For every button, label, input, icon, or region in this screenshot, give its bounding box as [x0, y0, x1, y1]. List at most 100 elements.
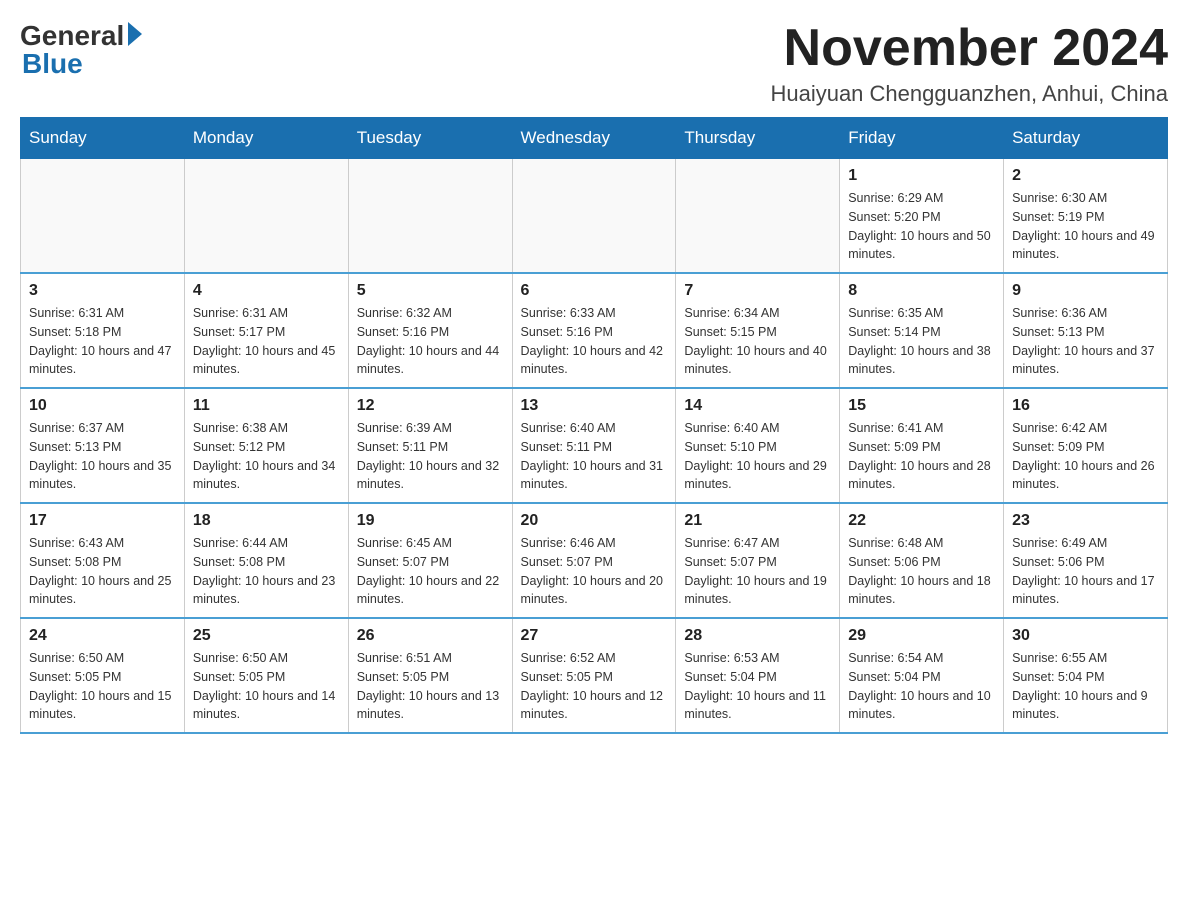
sunrise-text: Sunrise: 6:52 AM	[521, 651, 616, 665]
calendar-cell: 1 Sunrise: 6:29 AM Sunset: 5:20 PM Dayli…	[840, 159, 1004, 274]
calendar-cell: 16 Sunrise: 6:42 AM Sunset: 5:09 PM Dayl…	[1004, 388, 1168, 503]
day-number: 21	[684, 512, 831, 530]
daylight-text: Daylight: 10 hours and 32 minutes.	[357, 459, 499, 492]
sunrise-text: Sunrise: 6:31 AM	[193, 306, 288, 320]
title-area: November 2024 Huaiyuan Chengguanzhen, An…	[770, 20, 1168, 107]
day-number: 26	[357, 627, 504, 645]
calendar-week-4: 17 Sunrise: 6:43 AM Sunset: 5:08 PM Dayl…	[21, 503, 1168, 618]
sunrise-text: Sunrise: 6:43 AM	[29, 536, 124, 550]
day-info: Sunrise: 6:44 AM Sunset: 5:08 PM Dayligh…	[193, 534, 340, 609]
sunset-text: Sunset: 5:04 PM	[1012, 670, 1104, 684]
sunset-text: Sunset: 5:18 PM	[29, 325, 121, 339]
header-tuesday: Tuesday	[348, 118, 512, 159]
sunset-text: Sunset: 5:08 PM	[193, 555, 285, 569]
sunset-text: Sunset: 5:06 PM	[848, 555, 940, 569]
sunrise-text: Sunrise: 6:50 AM	[29, 651, 124, 665]
sunset-text: Sunset: 5:05 PM	[357, 670, 449, 684]
sunset-text: Sunset: 5:15 PM	[684, 325, 776, 339]
calendar-week-3: 10 Sunrise: 6:37 AM Sunset: 5:13 PM Dayl…	[21, 388, 1168, 503]
daylight-text: Daylight: 10 hours and 11 minutes.	[684, 689, 826, 722]
sunset-text: Sunset: 5:04 PM	[684, 670, 776, 684]
daylight-text: Daylight: 10 hours and 23 minutes.	[193, 574, 335, 607]
day-info: Sunrise: 6:37 AM Sunset: 5:13 PM Dayligh…	[29, 419, 176, 494]
sunset-text: Sunset: 5:05 PM	[521, 670, 613, 684]
day-info: Sunrise: 6:32 AM Sunset: 5:16 PM Dayligh…	[357, 304, 504, 379]
day-number: 11	[193, 397, 340, 415]
day-info: Sunrise: 6:31 AM Sunset: 5:17 PM Dayligh…	[193, 304, 340, 379]
day-number: 22	[848, 512, 995, 530]
day-info: Sunrise: 6:39 AM Sunset: 5:11 PM Dayligh…	[357, 419, 504, 494]
sunset-text: Sunset: 5:12 PM	[193, 440, 285, 454]
day-number: 2	[1012, 167, 1159, 185]
calendar-cell	[512, 159, 676, 274]
sunrise-text: Sunrise: 6:55 AM	[1012, 651, 1107, 665]
day-info: Sunrise: 6:49 AM Sunset: 5:06 PM Dayligh…	[1012, 534, 1159, 609]
day-number: 17	[29, 512, 176, 530]
daylight-text: Daylight: 10 hours and 20 minutes.	[521, 574, 663, 607]
day-info: Sunrise: 6:54 AM Sunset: 5:04 PM Dayligh…	[848, 649, 995, 724]
calendar-cell: 9 Sunrise: 6:36 AM Sunset: 5:13 PM Dayli…	[1004, 273, 1168, 388]
daylight-text: Daylight: 10 hours and 40 minutes.	[684, 344, 826, 377]
daylight-text: Daylight: 10 hours and 31 minutes.	[521, 459, 663, 492]
calendar-cell: 14 Sunrise: 6:40 AM Sunset: 5:10 PM Dayl…	[676, 388, 840, 503]
day-number: 10	[29, 397, 176, 415]
day-number: 12	[357, 397, 504, 415]
calendar-cell	[676, 159, 840, 274]
daylight-text: Daylight: 10 hours and 18 minutes.	[848, 574, 990, 607]
day-number: 27	[521, 627, 668, 645]
sunrise-text: Sunrise: 6:30 AM	[1012, 191, 1107, 205]
header: General Blue November 2024 Huaiyuan Chen…	[20, 20, 1168, 107]
sunset-text: Sunset: 5:11 PM	[521, 440, 613, 454]
month-title: November 2024	[770, 20, 1168, 77]
sunrise-text: Sunrise: 6:49 AM	[1012, 536, 1107, 550]
header-friday: Friday	[840, 118, 1004, 159]
day-number: 3	[29, 282, 176, 300]
daylight-text: Daylight: 10 hours and 47 minutes.	[29, 344, 171, 377]
day-info: Sunrise: 6:38 AM Sunset: 5:12 PM Dayligh…	[193, 419, 340, 494]
day-info: Sunrise: 6:35 AM Sunset: 5:14 PM Dayligh…	[848, 304, 995, 379]
day-number: 8	[848, 282, 995, 300]
daylight-text: Daylight: 10 hours and 10 minutes.	[848, 689, 990, 722]
calendar-cell: 7 Sunrise: 6:34 AM Sunset: 5:15 PM Dayli…	[676, 273, 840, 388]
calendar-cell: 15 Sunrise: 6:41 AM Sunset: 5:09 PM Dayl…	[840, 388, 1004, 503]
sunset-text: Sunset: 5:09 PM	[1012, 440, 1104, 454]
header-saturday: Saturday	[1004, 118, 1168, 159]
calendar-cell	[184, 159, 348, 274]
day-info: Sunrise: 6:50 AM Sunset: 5:05 PM Dayligh…	[193, 649, 340, 724]
calendar-cell: 2 Sunrise: 6:30 AM Sunset: 5:19 PM Dayli…	[1004, 159, 1168, 274]
sunrise-text: Sunrise: 6:36 AM	[1012, 306, 1107, 320]
header-wednesday: Wednesday	[512, 118, 676, 159]
sunset-text: Sunset: 5:05 PM	[193, 670, 285, 684]
day-info: Sunrise: 6:51 AM Sunset: 5:05 PM Dayligh…	[357, 649, 504, 724]
day-number: 25	[193, 627, 340, 645]
day-info: Sunrise: 6:50 AM Sunset: 5:05 PM Dayligh…	[29, 649, 176, 724]
day-info: Sunrise: 6:48 AM Sunset: 5:06 PM Dayligh…	[848, 534, 995, 609]
calendar-cell: 20 Sunrise: 6:46 AM Sunset: 5:07 PM Dayl…	[512, 503, 676, 618]
calendar-cell: 30 Sunrise: 6:55 AM Sunset: 5:04 PM Dayl…	[1004, 618, 1168, 733]
day-number: 7	[684, 282, 831, 300]
day-number: 16	[1012, 397, 1159, 415]
calendar-cell: 6 Sunrise: 6:33 AM Sunset: 5:16 PM Dayli…	[512, 273, 676, 388]
daylight-text: Daylight: 10 hours and 45 minutes.	[193, 344, 335, 377]
day-number: 28	[684, 627, 831, 645]
sunrise-text: Sunrise: 6:48 AM	[848, 536, 943, 550]
calendar-cell: 21 Sunrise: 6:47 AM Sunset: 5:07 PM Dayl…	[676, 503, 840, 618]
sunrise-text: Sunrise: 6:47 AM	[684, 536, 779, 550]
daylight-text: Daylight: 10 hours and 22 minutes.	[357, 574, 499, 607]
day-number: 6	[521, 282, 668, 300]
calendar-week-1: 1 Sunrise: 6:29 AM Sunset: 5:20 PM Dayli…	[21, 159, 1168, 274]
day-number: 30	[1012, 627, 1159, 645]
day-info: Sunrise: 6:40 AM Sunset: 5:10 PM Dayligh…	[684, 419, 831, 494]
day-info: Sunrise: 6:40 AM Sunset: 5:11 PM Dayligh…	[521, 419, 668, 494]
sunrise-text: Sunrise: 6:33 AM	[521, 306, 616, 320]
sunrise-text: Sunrise: 6:44 AM	[193, 536, 288, 550]
sunrise-text: Sunrise: 6:46 AM	[521, 536, 616, 550]
sunset-text: Sunset: 5:08 PM	[29, 555, 121, 569]
sunrise-text: Sunrise: 6:41 AM	[848, 421, 943, 435]
day-number: 18	[193, 512, 340, 530]
daylight-text: Daylight: 10 hours and 28 minutes.	[848, 459, 990, 492]
daylight-text: Daylight: 10 hours and 42 minutes.	[521, 344, 663, 377]
day-info: Sunrise: 6:33 AM Sunset: 5:16 PM Dayligh…	[521, 304, 668, 379]
day-info: Sunrise: 6:45 AM Sunset: 5:07 PM Dayligh…	[357, 534, 504, 609]
header-thursday: Thursday	[676, 118, 840, 159]
